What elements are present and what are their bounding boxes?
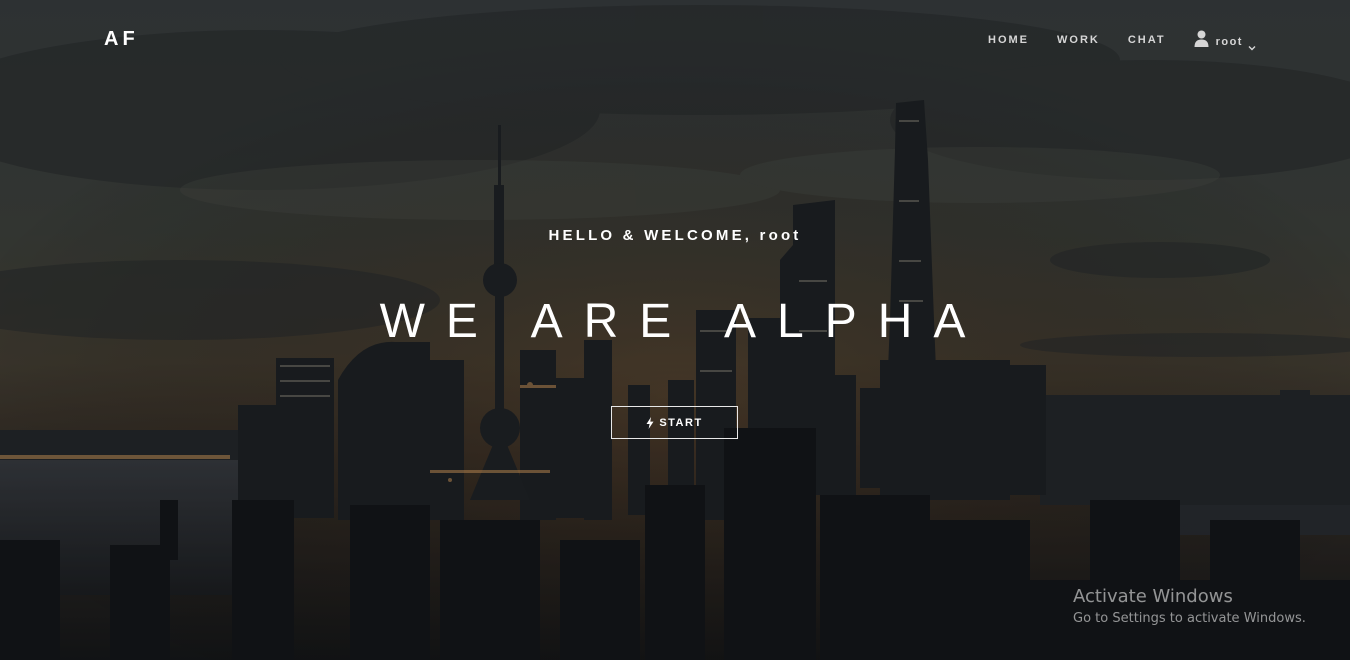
watermark-subtitle: Go to Settings to activate Windows. <box>1073 611 1306 626</box>
bolt-icon <box>646 416 654 429</box>
nav-link-work[interactable]: WORK <box>1057 34 1100 46</box>
welcome-greeting: HELLO & WELCOME, <box>548 227 753 244</box>
brand-logo[interactable]: AF <box>104 28 139 51</box>
user-icon <box>1194 30 1209 47</box>
user-menu[interactable]: root <box>1194 30 1256 50</box>
nav-link-chat[interactable]: CHAT <box>1128 34 1166 46</box>
hero-section: AF HOME WORK CHAT root HELLO & WELCOME, … <box>0 0 1350 660</box>
start-button[interactable]: START <box>611 406 738 439</box>
top-navbar: AF HOME WORK CHAT root <box>0 0 1350 80</box>
welcome-username: root <box>759 227 802 244</box>
chevron-down-icon <box>1248 38 1256 50</box>
hero-headline: WE ARE ALPHA <box>379 295 987 348</box>
start-button-label: START <box>659 416 703 429</box>
user-name: root <box>1215 35 1243 48</box>
activate-windows-watermark: Activate Windows Go to Settings to activ… <box>1073 586 1306 628</box>
nav-link-home[interactable]: HOME <box>988 34 1029 46</box>
welcome-message: HELLO & WELCOME, root <box>0 227 1350 244</box>
nav-links: HOME WORK CHAT root <box>988 30 1256 50</box>
watermark-title: Activate Windows <box>1073 586 1233 607</box>
